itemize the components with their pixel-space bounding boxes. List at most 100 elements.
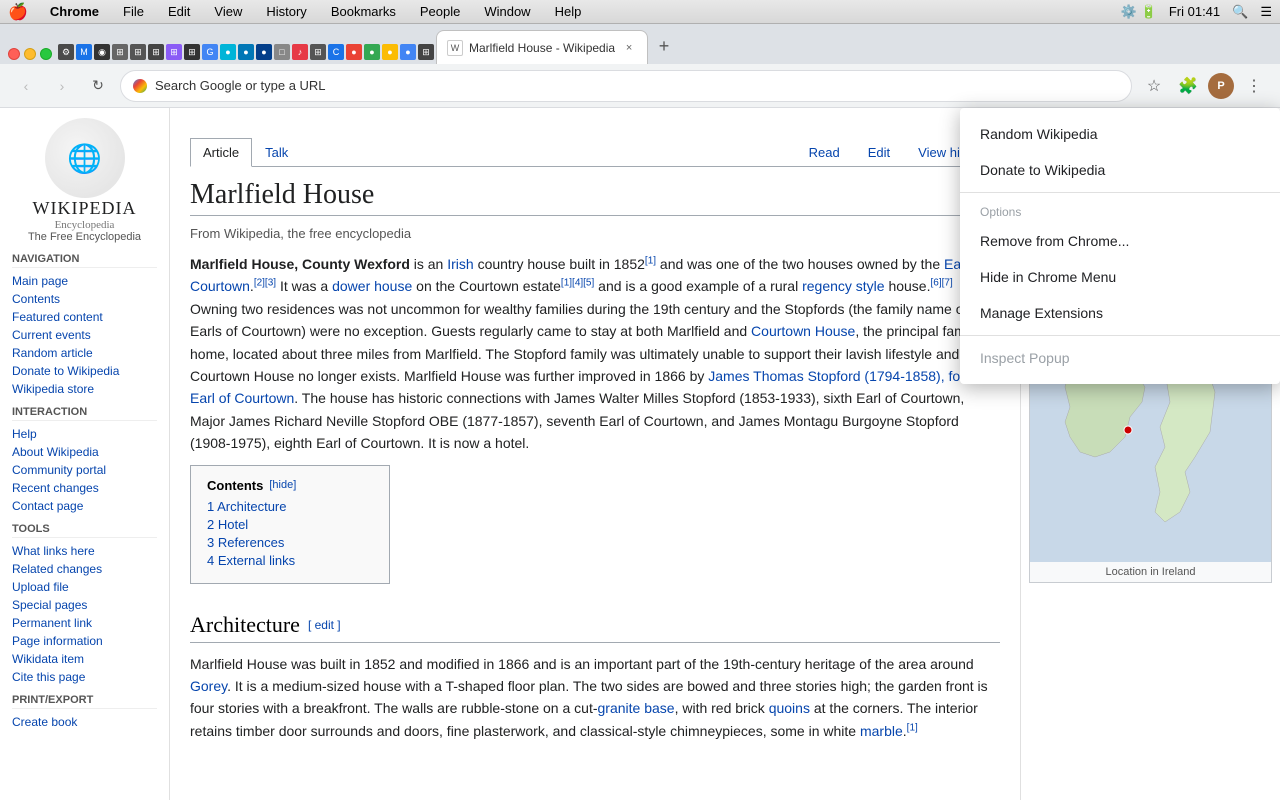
ext-icon-18[interactable]: ● <box>382 44 398 60</box>
sidebar-item-store[interactable]: Wikipedia store <box>12 380 157 398</box>
menu-item-hide-chrome-menu[interactable]: Hide in Chrome Menu <box>960 259 1280 295</box>
address-input[interactable]: Search Google or type a URL <box>120 70 1132 102</box>
sidebar-item-cite[interactable]: Cite this page <box>12 668 157 686</box>
ext-icon-13[interactable]: □ <box>274 44 290 60</box>
link-gorey[interactable]: Gorey <box>190 678 227 694</box>
contents-item-1[interactable]: 1 Architecture <box>207 499 373 514</box>
link-irish[interactable]: Irish <box>447 256 473 272</box>
apple-menu-icon[interactable]: 🍎 <box>8 2 28 22</box>
ref-23[interactable]: [2][3] <box>254 278 276 289</box>
architecture-edit-link[interactable]: [ edit ] <box>308 618 341 632</box>
traffic-light-minimize[interactable] <box>24 48 36 60</box>
ext-icon-14[interactable]: ♪ <box>292 44 308 60</box>
menu-item-manage-extensions[interactable]: Manage Extensions <box>960 295 1280 331</box>
contents-item-3[interactable]: 3 References <box>207 535 373 550</box>
link-quoins[interactable]: quoins <box>769 700 810 716</box>
ext-icon-19[interactable]: ● <box>400 44 416 60</box>
ext-icon-6[interactable]: ⊞ <box>148 44 164 60</box>
sidebar-item-featured[interactable]: Featured content <box>12 308 157 326</box>
ext-icon-4[interactable]: ⊞ <box>112 44 128 60</box>
extension-puzzle-icon[interactable]: 🧩 <box>1174 72 1202 100</box>
tab-edit[interactable]: Edit <box>856 139 902 166</box>
ext-icon-17[interactable]: ● <box>364 44 380 60</box>
link-stopford[interactable]: James Thomas Stopford (1794-1858), fourt… <box>190 368 984 406</box>
tab-article[interactable]: Article <box>190 138 252 167</box>
sidebar-item-create-book[interactable]: Create book <box>12 713 157 731</box>
contents-hide-toggle[interactable]: [hide] <box>269 479 296 491</box>
sidebar-item-random[interactable]: Random article <box>12 344 157 362</box>
sidebar-item-donate[interactable]: Donate to Wikipedia <box>12 362 157 380</box>
menubar-help[interactable]: Help <box>549 4 588 19</box>
ext-icon-5[interactable]: ⊞ <box>130 44 146 60</box>
menu-item-remove-chrome[interactable]: Remove from Chrome... <box>960 223 1280 259</box>
link-regency[interactable]: regency style <box>802 278 884 294</box>
menubar-list-icon[interactable]: ☰ <box>1260 4 1272 20</box>
new-tab-button[interactable]: + <box>650 32 678 60</box>
profile-avatar[interactable]: P <box>1208 73 1234 99</box>
menubar-history[interactable]: History <box>260 4 312 19</box>
ext-icon-8[interactable]: ⊞ <box>184 44 200 60</box>
active-tab[interactable]: W Marlfield House - Wikipedia × <box>436 30 648 64</box>
menubar-file[interactable]: File <box>117 4 150 19</box>
traffic-light-fullscreen[interactable] <box>40 48 52 60</box>
sidebar-item-upload[interactable]: Upload file <box>12 578 157 596</box>
sidebar-item-help[interactable]: Help <box>12 425 157 443</box>
tab-close-button[interactable]: × <box>621 40 637 56</box>
sidebar-item-wikidata[interactable]: Wikidata item <box>12 650 157 668</box>
contents-link-external[interactable]: External links <box>218 553 295 568</box>
ext-icon-15[interactable]: ⊞ <box>310 44 326 60</box>
menu-item-donate-wikipedia[interactable]: Donate to Wikipedia <box>960 152 1280 188</box>
contents-link-references[interactable]: References <box>218 535 284 550</box>
menu-item-random-wikipedia[interactable]: Random Wikipedia <box>960 116 1280 152</box>
link-courtown-house[interactable]: Courtown House <box>751 323 855 339</box>
link-marble[interactable]: marble <box>860 723 903 739</box>
ext-icon-1[interactable]: ⚙ <box>58 44 74 60</box>
menubar-view[interactable]: View <box>208 4 248 19</box>
contents-link-architecture[interactable]: Architecture <box>217 499 286 514</box>
contents-link-hotel[interactable]: Hotel <box>218 517 248 532</box>
bookmark-star-icon[interactable]: ☆ <box>1140 72 1168 100</box>
forward-button[interactable]: › <box>48 72 76 100</box>
sidebar-item-main-page[interactable]: Main page <box>12 272 157 290</box>
ext-icon-12[interactable]: ● <box>256 44 272 60</box>
sidebar-item-recent[interactable]: Recent changes <box>12 479 157 497</box>
sidebar-item-special[interactable]: Special pages <box>12 596 157 614</box>
menubar-bookmarks[interactable]: Bookmarks <box>325 4 402 19</box>
contents-item-4[interactable]: 4 External links <box>207 553 373 568</box>
link-dower[interactable]: dower house <box>332 278 412 294</box>
tab-read[interactable]: Read <box>797 139 852 166</box>
menubar-people[interactable]: People <box>414 4 466 19</box>
ext-icon-chrome[interactable]: C <box>328 44 344 60</box>
menubar-search-icon[interactable]: 🔍 <box>1232 4 1248 20</box>
ref-arch-1[interactable]: [1] <box>907 722 918 733</box>
ref-67[interactable]: [6][7] <box>931 278 953 289</box>
chrome-menu-icon[interactable]: ⋮ <box>1240 72 1268 100</box>
sidebar-item-what-links[interactable]: What links here <box>12 542 157 560</box>
sidebar-item-permanent[interactable]: Permanent link <box>12 614 157 632</box>
refresh-button[interactable]: ↻ <box>84 72 112 100</box>
sidebar-item-related[interactable]: Related changes <box>12 560 157 578</box>
back-button[interactable]: ‹ <box>12 72 40 100</box>
sidebar-item-current[interactable]: Current events <box>12 326 157 344</box>
ext-icon-20[interactable]: ⊞ <box>418 44 434 60</box>
menubar-chrome[interactable]: Chrome <box>44 4 105 19</box>
ext-icon-10[interactable]: ● <box>220 44 236 60</box>
sidebar-item-about[interactable]: About Wikipedia <box>12 443 157 461</box>
sidebar-item-community[interactable]: Community portal <box>12 461 157 479</box>
ext-icon-9[interactable]: G <box>202 44 218 60</box>
ext-icon-2[interactable]: M <box>76 44 92 60</box>
ref-145[interactable]: [1][4][5] <box>561 278 594 289</box>
menubar-window[interactable]: Window <box>478 4 536 19</box>
link-granite[interactable]: granite base <box>598 700 675 716</box>
traffic-light-close[interactable] <box>8 48 20 60</box>
ext-icon-3[interactable]: ◉ <box>94 44 110 60</box>
ext-icon-7[interactable]: ⊞ <box>166 44 182 60</box>
sidebar-item-page-info[interactable]: Page information <box>12 632 157 650</box>
ext-icon-16[interactable]: ● <box>346 44 362 60</box>
ext-icon-11[interactable]: ● <box>238 44 254 60</box>
contents-item-2[interactable]: 2 Hotel <box>207 517 373 532</box>
sidebar-item-contact[interactable]: Contact page <box>12 497 157 515</box>
sidebar-item-contents[interactable]: Contents <box>12 290 157 308</box>
tab-talk[interactable]: Talk <box>252 138 301 166</box>
menubar-edit[interactable]: Edit <box>162 4 196 19</box>
